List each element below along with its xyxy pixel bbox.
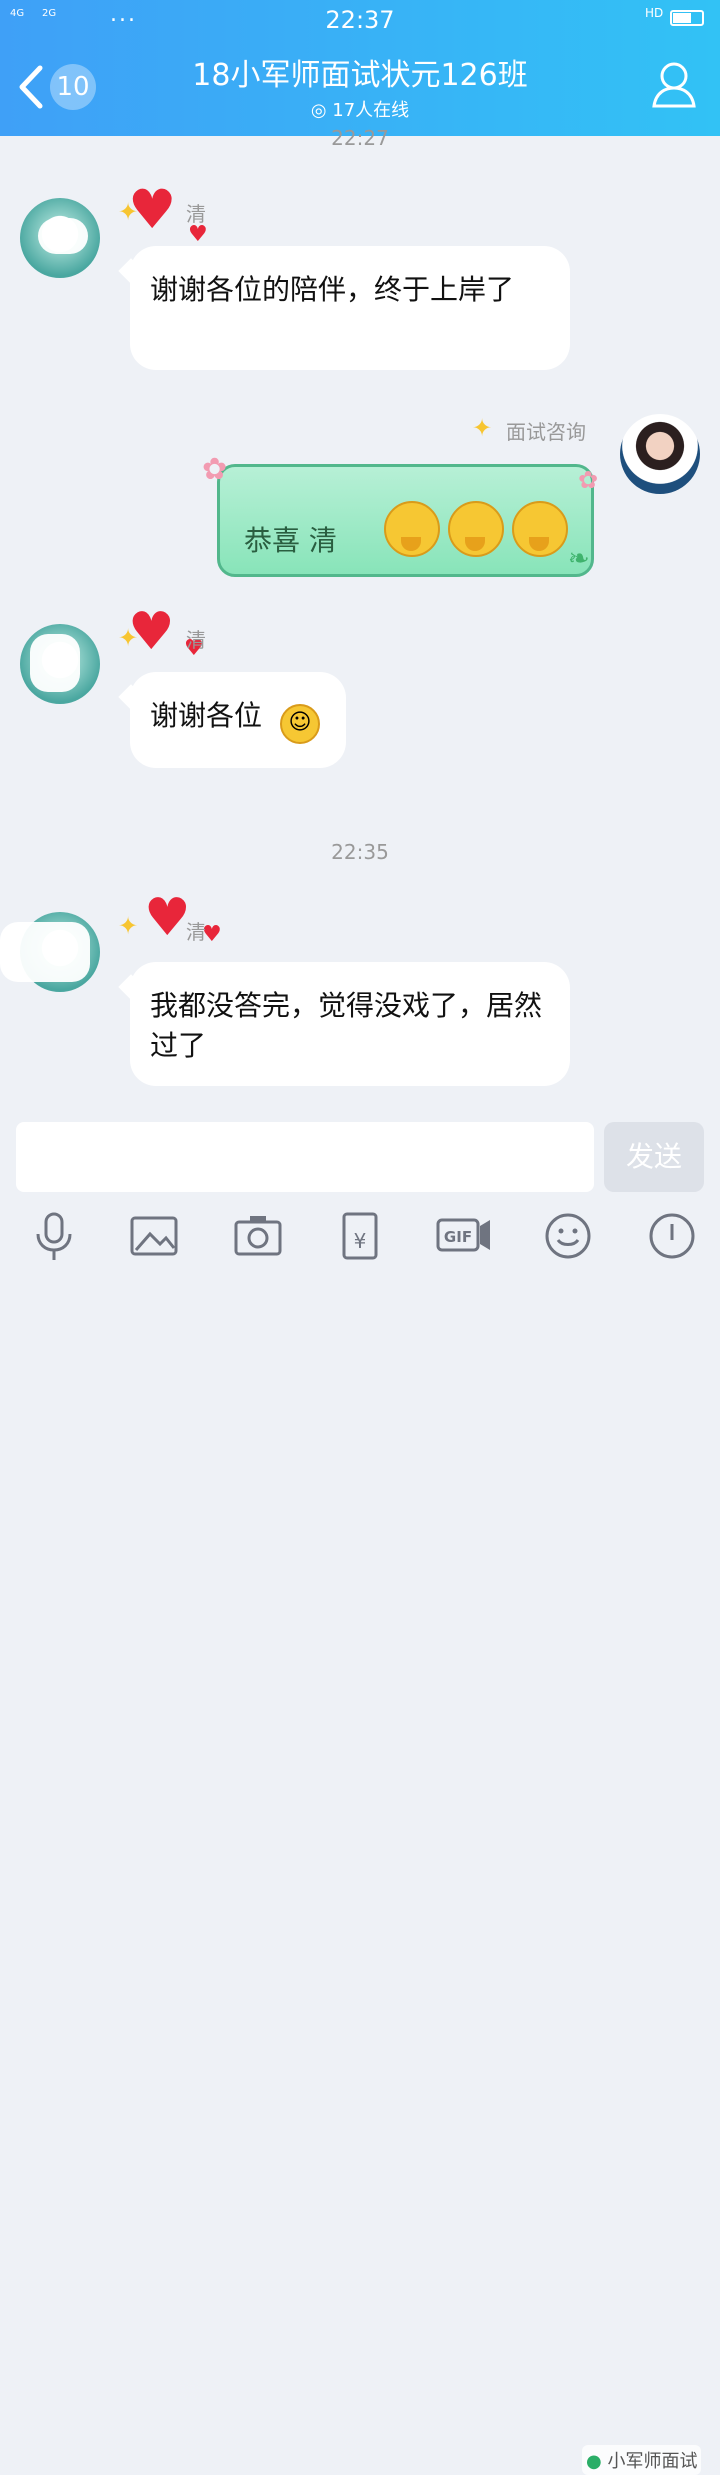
red-packet-icon[interactable]: ¥ — [334, 1210, 386, 1262]
emoji-icon — [512, 501, 568, 557]
sender-name: 面试咨询 — [506, 420, 586, 444]
timestamp: 22:27 — [331, 126, 389, 150]
status-bar: 4G 2G ... 22:37 HD — [0, 0, 720, 38]
chat-header: 4G 2G ... 22:37 HD 10 18小军师面试状元126班 ◎ 17… — [0, 0, 720, 136]
message-text: 谢谢各位 — [150, 699, 263, 732]
sender-name: 清 — [186, 202, 206, 226]
message-text: 我都没答完，觉得没戏了，居然过了 — [150, 989, 543, 1062]
heart-icon: ♥ — [128, 602, 175, 662]
page-title: 18小军师面试状元126班 — [192, 58, 528, 93]
star-icon: ✦ — [118, 912, 139, 940]
message-bubble[interactable]: 谢谢各位的陪伴，终于上岸了 — [130, 246, 570, 370]
group-members-icon[interactable] — [650, 60, 702, 112]
smile-emoji-icon: ☺ — [280, 704, 320, 744]
hd-label: HD — [645, 6, 664, 20]
check-circle-icon: ◎ — [310, 100, 327, 121]
message-bubble[interactable]: 恭喜 清 — [217, 464, 594, 577]
sender-name: 清 — [186, 628, 206, 652]
avatar-blur — [30, 634, 80, 692]
message-text: 谢谢各位的陪伴，终于上岸了 — [150, 273, 515, 306]
chat-toolbar: ¥ GIF ● 小军师面试 — [0, 1210, 720, 2475]
svg-text:¥: ¥ — [354, 1229, 367, 1253]
camera-icon[interactable] — [232, 1210, 284, 1262]
emoji-icon — [384, 501, 440, 557]
message-input[interactable] — [16, 1122, 594, 1192]
emoji-icon[interactable] — [542, 1210, 594, 1262]
lotus-icon: ✿ — [202, 452, 228, 487]
wechat-icon: ● — [586, 2451, 602, 2472]
emoji-icon — [448, 501, 504, 557]
leaf-icon: ❧ — [568, 544, 590, 574]
watermark: ● 小军师面试 — [582, 2445, 702, 2475]
image-icon[interactable] — [128, 1210, 180, 1262]
star-icon: ✦ — [472, 414, 493, 442]
svg-text:GIF: GIF — [444, 1228, 472, 1246]
avatar-blur — [38, 218, 88, 254]
status-time: 22:37 — [325, 6, 395, 34]
sender-name: 清 — [186, 920, 206, 944]
microphone-icon[interactable] — [28, 1210, 80, 1262]
battery-icon — [670, 10, 704, 26]
heart-icon: ♥ — [144, 888, 191, 948]
heart-icon: ♥ — [128, 178, 177, 241]
lotus-icon: ✿ — [578, 466, 599, 494]
timestamp: 22:35 — [331, 840, 389, 864]
message-bubble[interactable]: 我都没答完，觉得没戏了，居然过了 — [130, 962, 570, 1086]
avatar-blur — [0, 922, 90, 982]
more-icon[interactable] — [646, 1210, 698, 1262]
gif-icon[interactable]: GIF — [436, 1210, 492, 1262]
avatar[interactable] — [620, 414, 700, 494]
online-count: ◎ 17人在线 — [310, 100, 410, 121]
message-text: 恭喜 清 — [244, 524, 337, 557]
send-button[interactable]: 发送 — [604, 1122, 704, 1192]
